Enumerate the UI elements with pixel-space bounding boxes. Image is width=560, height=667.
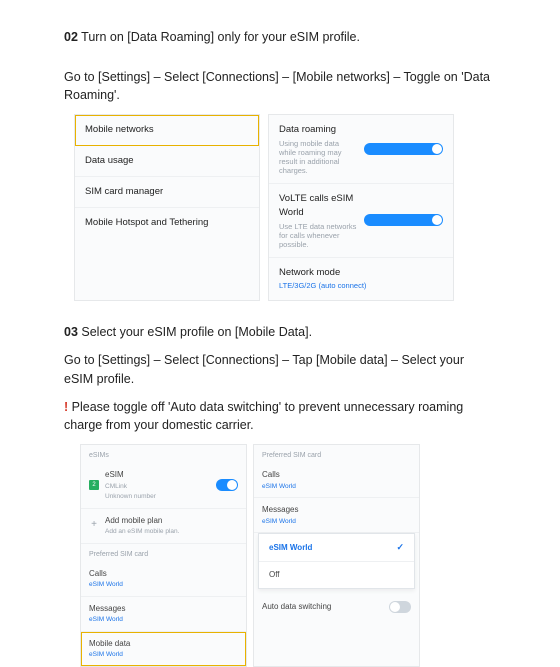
data-roaming-toggle[interactable] [364,143,443,155]
esim-entry-row[interactable]: 2 eSIM CMLink Unknown number [81,463,246,508]
network-mode-row[interactable]: Network mode LTE/3G/2G (auto connect) [269,258,453,301]
esim-toggle[interactable] [216,479,238,491]
step-02-instruction: Go to [Settings] – Select [Connections] … [64,68,496,104]
step-03-num: 03 [64,325,78,339]
preferred-sim-section-label: Preferred SIM card [81,544,246,562]
plus-icon: + [89,518,99,533]
step-02-title: Turn on [Data Roaming] only for your eSI… [78,30,360,44]
mobile-data-dropdown: eSIM World ✓ Off [258,533,415,589]
preferred-sim-section-label-r: Preferred SIM card [254,445,419,463]
figure-2-right-panel: Preferred SIM card Calls eSIM World Mess… [253,444,420,667]
add-mobile-plan-row[interactable]: + Add mobile plan Add an eSIM mobile pla… [81,509,246,544]
check-icon: ✓ [396,541,404,554]
calls-row[interactable]: Calls eSIM World [81,562,246,597]
figure-1-left-panel: Mobile networks Data usage SIM card mana… [74,114,260,301]
step-02-num: 02 [64,30,78,44]
step-02-heading: 02 Turn on [Data Roaming] only for your … [64,28,496,46]
messages-row-r[interactable]: Messages eSIM World [254,498,419,533]
step-03-warning: ! Please toggle off 'Auto data switching… [64,398,496,434]
figure-2-left-panel: eSIMs 2 eSIM CMLink Unknown number + Add… [80,444,247,667]
dropdown-option-off[interactable]: Off [259,561,414,588]
volte-row: VoLTE calls eSIM World Use LTE data netw… [269,184,453,258]
warning-text: Please toggle off 'Auto data switching' … [64,400,463,432]
step-03-title: Select your eSIM profile on [Mobile Data… [78,325,312,339]
auto-data-switching-row: Auto data switching [254,595,419,619]
step-03-instruction: Go to [Settings] – Select [Connections] … [64,351,496,387]
mobile-networks-row[interactable]: Mobile networks [75,115,259,146]
esims-section-label: eSIMs [81,445,246,463]
data-roaming-row: Data roaming Using mobile data while roa… [269,115,453,184]
sim-badge-icon: 2 [89,480,99,490]
auto-data-switching-toggle[interactable] [389,601,411,613]
figure-2: eSIMs 2 eSIM CMLink Unknown number + Add… [80,444,420,667]
mobile-data-row[interactable]: Mobile data eSIM World [81,632,246,666]
figure-1-right-panel: Data roaming Using mobile data while roa… [268,114,454,301]
figure-1: Mobile networks Data usage SIM card mana… [74,114,454,301]
hotspot-tethering-row[interactable]: Mobile Hotspot and Tethering [75,208,259,238]
volte-toggle[interactable] [364,214,443,226]
calls-row-r[interactable]: Calls eSIM World [254,463,419,498]
messages-row[interactable]: Messages eSIM World [81,597,246,632]
step-03-heading: 03 Select your eSIM profile on [Mobile D… [64,323,496,341]
dropdown-option-esim-world[interactable]: eSIM World ✓ [259,534,414,561]
data-usage-row[interactable]: Data usage [75,146,259,177]
sim-card-manager-row[interactable]: SIM card manager [75,177,259,208]
